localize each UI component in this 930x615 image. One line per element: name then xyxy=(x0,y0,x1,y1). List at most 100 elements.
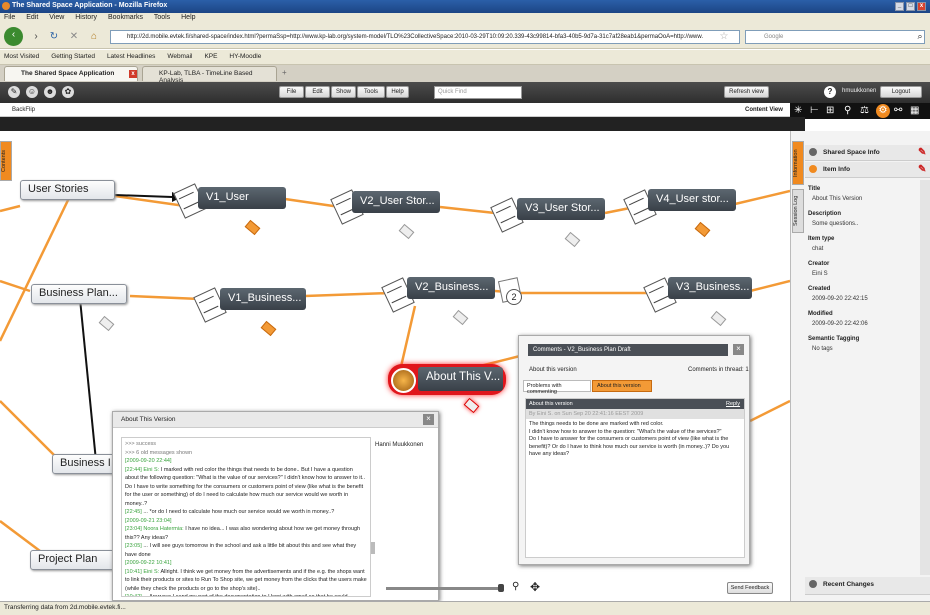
chat-line-prefix: [2009-09-20 22:44] xyxy=(125,458,172,464)
node-v3-business[interactable]: V3_Business... xyxy=(668,277,752,299)
stop-icon[interactable]: ✕ xyxy=(66,29,82,45)
information-tab[interactable]: Information xyxy=(792,141,804,185)
item-info-header[interactable]: Item Info ✎ xyxy=(805,162,930,178)
node-v3-user[interactable]: V3_User Stor... xyxy=(517,198,605,220)
navigation-toolbar: ‹ › ↻ ✕ ⌂ http://2d.mobile.evtek.fi/shar… xyxy=(0,25,930,49)
recent-changes-header[interactable]: Recent Changes xyxy=(805,577,930,595)
close-window-button[interactable]: x xyxy=(917,2,926,11)
settings-icon[interactable]: ⚙ xyxy=(876,104,890,118)
tab-about-this-version[interactable]: About this version xyxy=(592,380,652,392)
send-feedback-button[interactable]: Send Feedback xyxy=(727,582,773,594)
refresh-view-button[interactable]: Refresh view xyxy=(724,86,769,98)
zoom-icon[interactable]: ⚲ xyxy=(512,581,519,592)
pan-icon[interactable]: ✥ xyxy=(530,580,540,594)
quick-find-input[interactable]: Quick Find xyxy=(434,86,522,99)
menu-file[interactable]: File xyxy=(4,14,15,21)
maximize-button[interactable]: □ xyxy=(906,2,915,11)
node-v2-business[interactable]: V2_Business... xyxy=(407,277,495,299)
edit-icon[interactable]: ✎ xyxy=(8,86,20,98)
user-icon[interactable]: ☺ xyxy=(26,86,38,98)
comment-count: Comments in thread: 1 xyxy=(688,367,749,373)
new-tab-icon[interactable]: + xyxy=(282,68,292,78)
bookmark-most-visited[interactable]: Most Visited xyxy=(4,53,39,60)
bookmark-getting-started[interactable]: Getting Started xyxy=(51,53,95,60)
bookmark-star-icon[interactable]: ☆ xyxy=(716,29,732,45)
node-user-stories[interactable]: User Stories xyxy=(20,180,115,200)
close-about-panel-button[interactable]: × xyxy=(423,414,434,425)
layout-icon[interactable]: ✳ xyxy=(794,105,802,116)
app-menu-tools[interactable]: Tools xyxy=(357,86,385,98)
zoom-slider-track[interactable] xyxy=(386,587,502,590)
comment-byline: By Eini S. on Sun Sep 20 22:41:16 EEST 2… xyxy=(526,409,744,419)
balance-icon[interactable]: ⚖ xyxy=(860,105,869,116)
app-menu-help[interactable]: Help xyxy=(386,86,409,98)
node-v2-user[interactable]: V2_User Stor... xyxy=(352,191,440,213)
bookmark-webmail[interactable]: Webmail xyxy=(167,53,192,60)
about-version-link[interactable]: About this version xyxy=(529,367,577,373)
minimize-button[interactable]: _ xyxy=(895,2,904,11)
grid-icon[interactable]: ⊞ xyxy=(826,105,834,116)
chat-log[interactable]: >>> success >>> 6 old messages shown [2009… xyxy=(121,437,371,597)
shared-space-info-header[interactable]: Shared Space Info ✎ xyxy=(805,145,930,161)
node-about-this-version[interactable]: About This V... xyxy=(418,367,503,391)
shared-space-info-label: Shared Space Info xyxy=(823,149,880,156)
menu-help[interactable]: Help xyxy=(181,14,195,21)
chat-icon xyxy=(391,368,416,393)
help-icon[interactable]: ? xyxy=(824,86,836,98)
tab-shared-space[interactable]: The Shared Space Application x xyxy=(4,66,138,81)
pencil-icon[interactable]: ✎ xyxy=(918,147,926,158)
pencil-icon[interactable]: ✎ xyxy=(918,164,926,175)
logout-button[interactable]: Logout xyxy=(880,86,922,98)
app-menu-edit[interactable]: Edit xyxy=(305,86,330,98)
field-value-modified: 2009-09-20 22:42:06 xyxy=(812,321,868,327)
bookmark-hy-moodle[interactable]: HY-Moodle xyxy=(229,53,261,60)
url-input[interactable]: http://2d.mobile.evtek.fi/shared-space/i… xyxy=(110,30,740,44)
group-icon[interactable]: ✿ xyxy=(62,86,74,98)
node-business-plan[interactable]: Business Plan... xyxy=(31,284,127,304)
zoom-slider-handle[interactable] xyxy=(498,584,504,592)
users-icon[interactable]: ☻ xyxy=(44,86,56,98)
bookmark-latest-headlines[interactable]: Latest Headlines xyxy=(107,53,155,60)
bookmark-kpe[interactable]: KPE xyxy=(204,53,217,60)
tab-problems-commenting[interactable]: Problems with commenting xyxy=(523,380,591,395)
recent-changes-label: Recent Changes xyxy=(823,581,874,588)
bike-icon[interactable]: ⚲ xyxy=(844,105,851,116)
node-v1-business[interactable]: V1_Business... xyxy=(220,288,306,310)
tab-kp-lab[interactable]: KP-Lab, TLBA - TimeLine Based Analysis xyxy=(142,66,277,84)
username: hmuukkonen xyxy=(842,88,877,94)
close-tab-icon[interactable]: x xyxy=(129,70,137,78)
panel-scrollbar[interactable] xyxy=(920,180,930,575)
back-icon[interactable]: ‹ xyxy=(4,27,23,46)
contents-tab[interactable]: Contents xyxy=(0,141,12,181)
search-input[interactable]: Google xyxy=(745,30,925,44)
menu-edit[interactable]: Edit xyxy=(26,14,38,21)
menu-history[interactable]: History xyxy=(75,14,97,21)
field-label-item-type: Item type xyxy=(808,236,835,242)
session-log-tab[interactable]: Session Log xyxy=(792,189,804,233)
table-icon[interactable]: ▦ xyxy=(910,105,919,116)
chat-line-text: I marked with red color the things that … xyxy=(125,466,366,507)
home-icon[interactable]: ⌂ xyxy=(86,29,102,45)
comments-panel-title: Comments - V2_Business Plan Draft xyxy=(528,344,728,356)
chat-scrollbar[interactable] xyxy=(371,542,375,554)
node-v4-user[interactable]: V4_User stor... xyxy=(648,189,736,211)
app-menu-file[interactable]: File xyxy=(279,86,304,98)
app-menu-show[interactable]: Show xyxy=(331,86,356,98)
network-icon[interactable]: ⚯ xyxy=(894,105,902,116)
close-comments-panel-button[interactable]: × xyxy=(733,344,744,355)
forward-icon[interactable]: › xyxy=(28,29,44,45)
reply-link[interactable]: Reply xyxy=(726,401,740,407)
tree-icon[interactable]: ⊢ xyxy=(810,105,819,116)
menu-bookmarks[interactable]: Bookmarks xyxy=(108,14,143,21)
search-icon[interactable]: ⌕ xyxy=(912,29,928,45)
menu-view[interactable]: View xyxy=(49,14,64,21)
node-v1-user[interactable]: V1_User xyxy=(198,187,286,209)
graph-canvas[interactable]: Contents User Stories V1_User V2_User St… xyxy=(0,131,790,601)
comments-panel: Comments - V2_Business Plan Draft × Abou… xyxy=(518,335,750,565)
field-value-title: About This Version xyxy=(812,196,863,202)
chat-line: >>> 6 old messages shown xyxy=(125,449,367,458)
node-project-plan[interactable]: Project Plan xyxy=(30,550,120,570)
reload-icon[interactable]: ↻ xyxy=(46,29,62,45)
menu-tools[interactable]: Tools xyxy=(154,14,170,21)
backflip-link[interactable]: BackFlip xyxy=(12,107,35,113)
